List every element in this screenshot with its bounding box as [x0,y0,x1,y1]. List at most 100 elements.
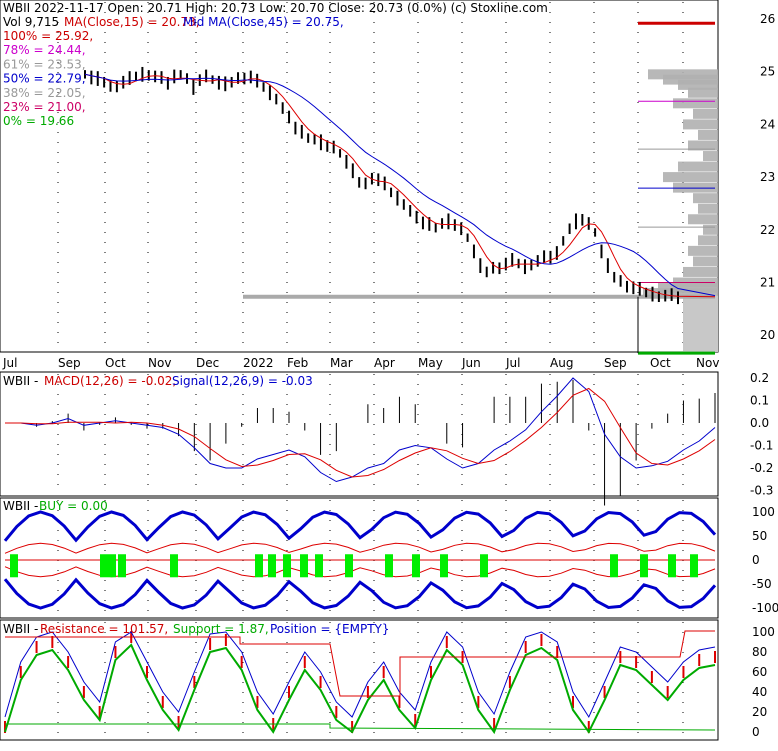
volume-profile-bar [703,224,718,235]
fib-label: 61% = 23.53, [3,57,86,71]
stochastic-title: WBII - [3,622,38,636]
stochastic-tick-label: 0 [752,725,760,739]
macd-tick-label: 0.1 [750,394,769,408]
fib-label: 78% = 24.44, [3,43,86,57]
price-tick-label: 23 [760,170,775,184]
buy-marker [283,554,291,578]
buy-marker [480,554,488,578]
buy-value-label: BUY = 0.00 [39,499,108,513]
volume-profile-bar [673,182,718,193]
macd-tick-label: -0.3 [750,484,773,498]
signal-value-label: Signal(12,26,9) = -0.03 [172,374,313,388]
macd-panel-frame [0,371,719,497]
volume-profile-bar [673,98,718,109]
x-axis-label: Sep [58,356,81,370]
volume-profile-bar [678,161,718,172]
volume-profile-bar [693,256,718,267]
volume-profile-bar [698,129,718,140]
price-tick-label: 20 [760,328,775,342]
buy-marker [268,554,276,578]
buy-tick-label: -100 [752,601,778,615]
x-axis-labels: Jul Sep Oct Nov Dec 2022 Feb Mar Apr May Jun Jul Aug… [2,356,719,370]
volume-profile-bar [688,245,718,256]
macd-title: WBII - [3,374,38,388]
macd-tick-label: 0.2 [750,371,769,385]
volume-profile-bar [688,87,718,98]
buy-tick-label: 100 [752,505,775,519]
chart-canvas: 26 25 24 23 22 21 20 0.2 0.1 0.0 -0.1 -0.2 -0.3 100 50… [0,0,778,741]
buy-marker [300,554,308,578]
fib-label: 38% = 22.05, [3,86,86,100]
volume-label: Vol 9,715 [3,15,59,29]
x-axis-label: 2022 [243,356,274,370]
volume-profile-bar [703,151,718,162]
volume-profile-bar [663,172,718,183]
buy-marker [255,554,263,578]
stochastic-panel-frame [0,619,719,741]
support-label: Support = 1.87, [173,622,269,636]
buy-marker [108,554,116,578]
buy-marker [100,554,108,578]
buy-tick-label: -50 [752,577,772,591]
fib-label: 0% = 19.66 [3,114,74,128]
buy-marker [440,554,448,578]
fib-label: 23% = 21.00, [3,100,86,114]
buy-tick-label: 50 [752,529,767,543]
price-tick-label: 24 [760,117,775,131]
buy-marker [610,554,618,578]
ma15-label: MA(Close,15) = 20.73, [64,15,200,29]
buy-marker [385,554,393,578]
stochastic-tick-label: 40 [752,685,767,699]
x-axis-label: Mar [330,356,353,370]
x-axis-label: May [418,356,443,370]
stochastic-tick-label: 100 [752,625,775,639]
macd-tick-label: -0.2 [750,461,773,475]
price-panel-frame [0,0,719,353]
x-axis-label: Jun [461,356,481,370]
macd-value-label: MACD(12,26) = -0.02, [44,374,176,388]
buy-title: WBII - [3,499,38,513]
volume-profile-bar [688,214,718,225]
volume-profile-base [683,295,718,352]
x-axis-label: Oct [105,356,126,370]
ma45-label: Mid MA(Close,45) = 20.75, [183,15,344,29]
buy-marker [345,554,353,578]
buy-tick-label: 0 [752,553,760,567]
buy-marker [10,554,18,578]
buy-marker [118,554,126,578]
volume-profile-bar [698,203,718,214]
stochastic-tick-label: 20 [752,705,767,719]
volume-profile-bar [693,193,718,204]
price-tick-label: 21 [760,276,775,290]
x-axis-label: Apr [374,356,395,370]
x-axis-label: Jul [505,356,520,370]
fib-label: 50% = 22.79, [3,72,86,86]
volume-profile-bar [683,266,718,277]
price-header: WBII 2022-11-17 Open: 20.71 High: 20.73 … [3,1,548,15]
x-axis-label: Dec [196,356,219,370]
volume-profile-bar [683,119,718,130]
fibonacci-labels: 100% = 25.92,78% = 24.44,61% = 23.53,50%… [3,29,93,128]
axis-ticks: 26 25 24 23 22 21 20 0.2 0.1 0.0 -0.1 -0.2 -0.3 100 50… [750,12,778,739]
x-axis-label: Jul [2,356,17,370]
buy-marker [412,554,420,578]
position-label: Position = {EMPTY} [270,622,390,636]
x-axis-label: Nov [696,356,719,370]
stochastic-tick-label: 80 [752,645,767,659]
x-axis-label: Aug [550,356,573,370]
buy-marker [315,554,323,578]
x-axis-label: Oct [650,356,671,370]
resistance-label: Resistance = 101.57, [40,622,168,636]
price-tick-label: 22 [760,223,775,237]
price-tick-label: 25 [760,65,775,79]
price-tick-label: 26 [760,12,775,26]
macd-tick-label: -0.1 [750,439,773,453]
x-axis-label: Feb [287,356,308,370]
buy-marker [170,554,178,578]
buy-marker [640,554,648,578]
fib-label: 100% = 25.92, [3,29,93,43]
x-axis-label: Sep [604,356,627,370]
stochastic-tick-label: 60 [752,665,767,679]
buy-marker [690,554,698,578]
stock-chart: 26 25 24 23 22 21 20 0.2 0.1 0.0 -0.1 -0.2 -0.3 100 50… [0,0,778,746]
